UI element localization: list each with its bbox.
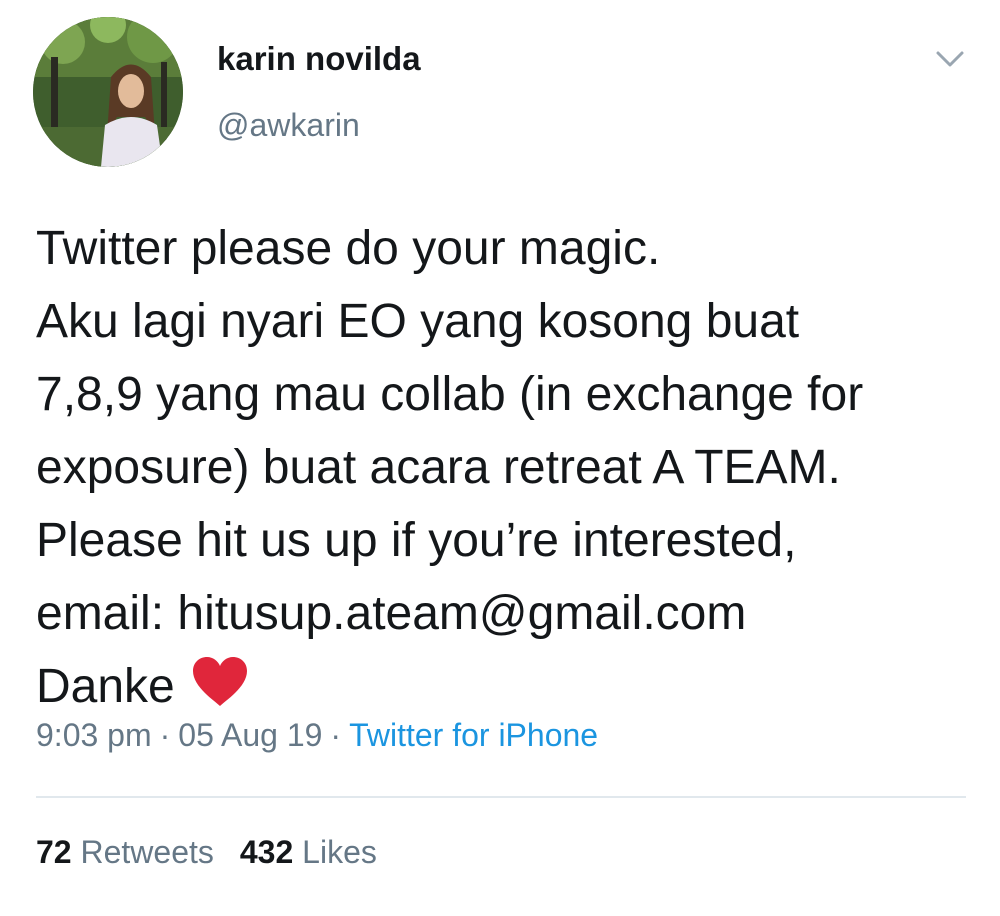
avatar-photo <box>33 17 183 167</box>
retweets-label: Retweets <box>80 834 214 870</box>
divider <box>36 796 966 798</box>
tweet-text: Twitter please do your magic. Aku lagi n… <box>36 212 976 729</box>
tweet-line: Twitter please do your magic. <box>36 222 661 275</box>
meta-separator: · <box>159 717 171 753</box>
meta-separator: · <box>330 717 342 753</box>
tweet-date: 05 Aug 19 <box>178 717 323 753</box>
tweet-meta: 9:03 pm · 05 Aug 19 · Twitter for iPhone <box>36 717 598 754</box>
tweet-line: email: hitusup.ateam@gmail.com <box>36 587 747 640</box>
tweet-source-link[interactable]: Twitter for iPhone <box>349 717 598 753</box>
retweets-stat[interactable]: 72 Retweets <box>36 834 214 870</box>
tweet-line: Aku lagi nyari EO yang kosong buat <box>36 295 800 348</box>
tweet-line: Please hit us up if you’re interested, <box>36 514 797 567</box>
tweet-line: 7,8,9 yang mau collab (in exchange for <box>36 368 864 421</box>
likes-count: 432 <box>239 834 294 870</box>
tweet-line: exposure) buat acara retreat A TEAM. <box>36 441 841 494</box>
chevron-down-icon[interactable] <box>930 44 970 74</box>
tweet-card: karin novilda @awkarin Twitter please do… <box>0 0 1000 916</box>
tweet-stats: 72 Retweets 432 Likes <box>36 834 377 871</box>
display-name[interactable]: karin novilda <box>217 40 421 78</box>
likes-label: Likes <box>302 834 377 870</box>
avatar[interactable] <box>33 17 183 167</box>
tweet-time: 9:03 pm <box>36 717 152 753</box>
tweet-line-text: Danke <box>36 660 175 713</box>
retweets-count: 72 <box>36 834 72 870</box>
likes-stat[interactable]: 432 Likes <box>240 834 377 870</box>
user-handle[interactable]: @awkarin <box>217 107 360 144</box>
